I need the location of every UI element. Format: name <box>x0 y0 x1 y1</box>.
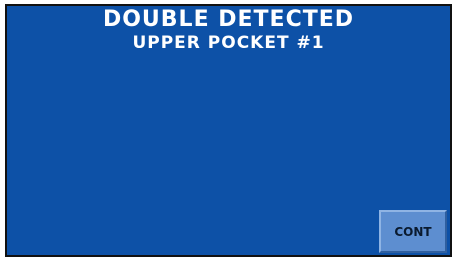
alert-screen: DOUBLE DETECTED UPPER POCKET #1 CONT <box>5 4 452 257</box>
alert-title: DOUBLE DETECTED <box>102 7 355 32</box>
continue-button[interactable]: CONT <box>379 210 447 253</box>
alert-subtitle: UPPER POCKET #1 <box>132 33 325 53</box>
